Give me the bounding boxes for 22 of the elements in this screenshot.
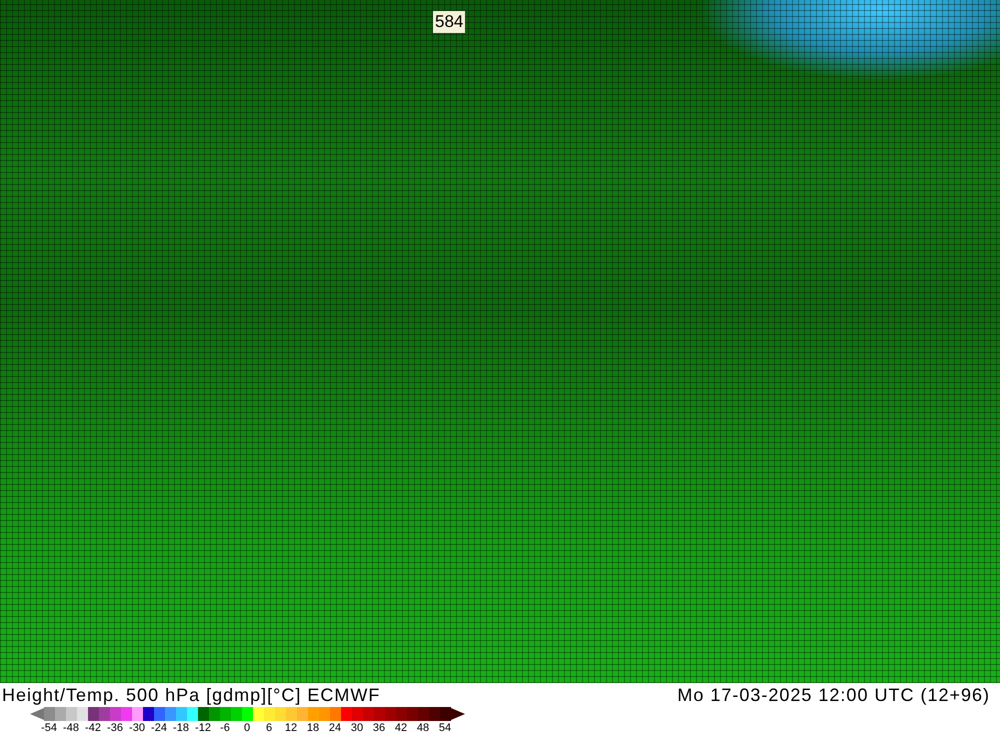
legend-tick-label: -24	[150, 721, 168, 733]
legend-tick-label: -12	[194, 721, 212, 733]
legend-tick-label: 18	[306, 721, 320, 733]
legend-tick-label: 42	[394, 721, 408, 733]
contour-label: 584	[433, 11, 466, 33]
legend-tick-label: -30	[128, 721, 146, 733]
legend-tick-label: 54	[438, 721, 452, 733]
legend-tick-label: 0	[242, 721, 252, 733]
legend-tick-label: -54	[40, 721, 58, 733]
legend-tick-label: -6	[219, 721, 231, 733]
legend-tick-label: 36	[372, 721, 386, 733]
legend-tick-label: -18	[172, 721, 190, 733]
map-title: Height/Temp. 500 hPa [gdmp][°C] ECMWF	[2, 684, 380, 706]
legend-tick-label: 12	[284, 721, 298, 733]
legend-tick-label: 24	[328, 721, 342, 733]
legend-tick-label: -36	[106, 721, 124, 733]
legend-tick-label: 30	[350, 721, 364, 733]
legend-tick-label: -42	[84, 721, 102, 733]
legend-tick-label: -48	[62, 721, 80, 733]
valid-time: Mo 17-03-2025 12:00 UTC (12+96)	[677, 684, 990, 706]
legend-tick-label: 48	[416, 721, 430, 733]
legend-tick-label: 6	[264, 721, 274, 733]
